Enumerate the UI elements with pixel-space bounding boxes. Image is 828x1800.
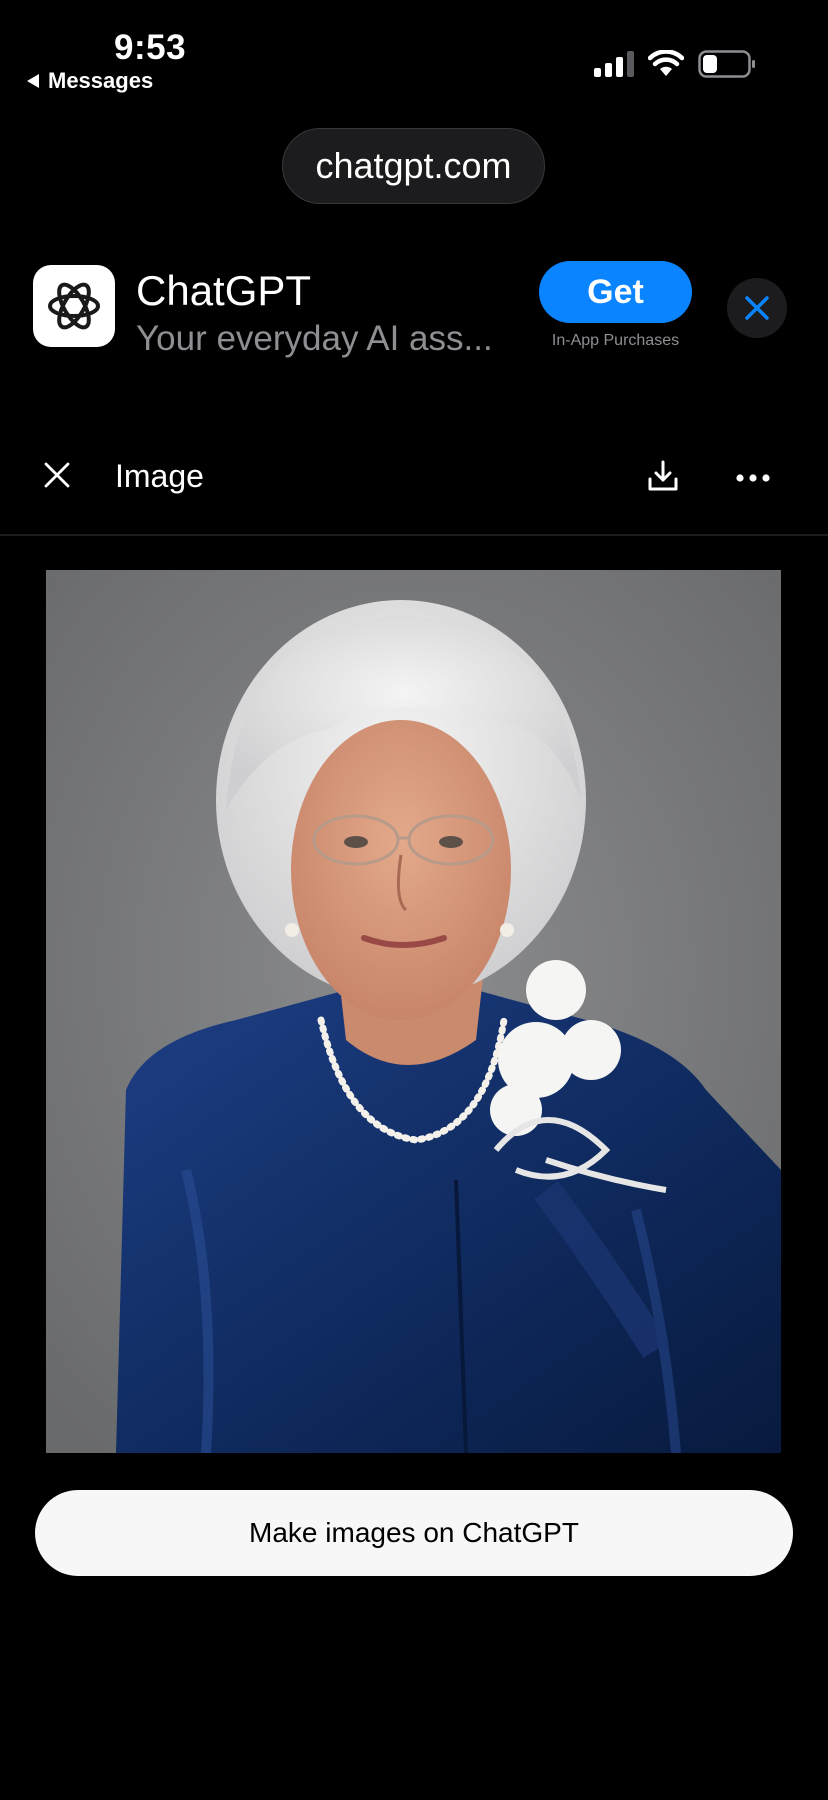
close-icon [745, 296, 769, 320]
back-label: Messages [48, 68, 154, 93]
app-name: ChatGPT [136, 267, 312, 314]
wifi-icon [648, 50, 684, 76]
download-button[interactable] [643, 456, 683, 496]
back-to-messages[interactable]: Messages [26, 68, 153, 94]
close-viewer-button[interactable] [40, 458, 74, 492]
url-text: chatgpt.com [315, 145, 512, 186]
generated-portrait-image[interactable] [46, 570, 781, 1453]
back-triangle-icon [27, 74, 39, 88]
close-banner-button[interactable] [727, 278, 787, 338]
download-icon [648, 460, 678, 491]
more-options-button[interactable] [733, 458, 773, 498]
url-bar[interactable]: chatgpt.com [282, 128, 545, 204]
app-subtitle: Your everyday AI ass... [136, 319, 493, 358]
cellular-signal-icon [594, 51, 634, 77]
get-app-button[interactable]: Get [539, 261, 692, 323]
header-divider [0, 534, 828, 536]
make-images-button[interactable]: Make images on ChatGPT [35, 1490, 793, 1576]
status-time: 9:53 [114, 28, 187, 67]
close-icon [44, 462, 70, 488]
portrait-illustration [46, 570, 781, 1453]
openai-logo-icon [48, 282, 100, 330]
viewer-title: Image [115, 458, 204, 494]
in-app-purchases-note: In-App Purchases [551, 332, 680, 349]
chatgpt-app-icon[interactable] [33, 265, 115, 347]
more-icon [736, 474, 770, 482]
battery-icon [698, 50, 755, 78]
status-icons [594, 50, 756, 78]
